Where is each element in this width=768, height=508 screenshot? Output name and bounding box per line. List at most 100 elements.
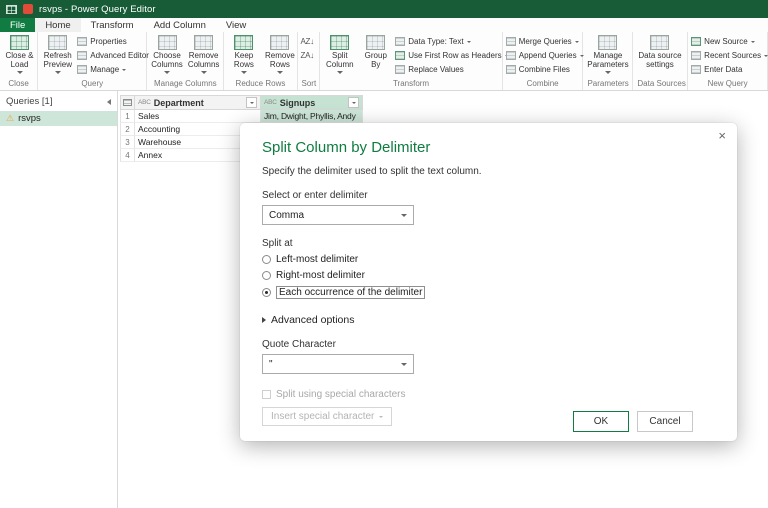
- filter-button-department[interactable]: [246, 97, 257, 108]
- ribbon-group-new-query: New Source Recent Sources Enter Data New…: [688, 32, 768, 90]
- replace-values-button[interactable]: Replace Values: [395, 63, 508, 76]
- table-icon: [123, 99, 132, 106]
- group-content: AZ↓ ZA↓: [301, 33, 317, 78]
- table-row: 1 Sales Jim, Dwight, Phyllis, Andy: [120, 110, 363, 123]
- remove-rows-button[interactable]: Remove Rows: [263, 33, 296, 78]
- combine-files-button[interactable]: Combine Files: [505, 63, 584, 76]
- collapse-pane-icon[interactable]: [107, 98, 111, 105]
- grid-corner-button[interactable]: [120, 95, 135, 110]
- refresh-preview-button[interactable]: Refresh Preview: [41, 33, 74, 78]
- append-queries-button[interactable]: Append Queries: [505, 49, 584, 62]
- data-source-settings-icon: [650, 35, 670, 50]
- combine-small-buttons: Merge Queries Append Queries Combine Fil…: [505, 33, 584, 78]
- manage-parameters-label: Manage Parameters: [587, 51, 629, 70]
- merge-queries-icon: [505, 37, 516, 46]
- radio-label: Right-most delimiter: [276, 270, 365, 281]
- close-icon[interactable]: ×: [718, 128, 726, 143]
- ribbon-group-close: Close & Load Close: [0, 32, 39, 90]
- group-by-button[interactable]: Group By: [359, 33, 392, 78]
- cell-signups[interactable]: Jim, Dwight, Phyllis, Andy: [261, 110, 363, 123]
- use-first-row-as-headers-button[interactable]: Use First Row as Headers: [395, 49, 509, 62]
- remove-columns-label: Remove Columns: [187, 51, 220, 70]
- radio-left-most-delimiter[interactable]: Left-most delimiter: [262, 254, 715, 265]
- column-header-department[interactable]: ABC Department: [135, 95, 261, 110]
- advanced-options-toggle[interactable]: Advanced options: [262, 314, 715, 326]
- group-label-parameters: Parameters: [587, 79, 629, 88]
- use-first-row-as-headers-label: Use First Row as Headers: [408, 51, 502, 60]
- chevron-down-icon: [200, 71, 207, 75]
- close-and-load-button[interactable]: Close & Load: [3, 33, 36, 78]
- dialog-title: Split Column by Delimiter: [262, 139, 431, 156]
- delimiter-select[interactable]: Comma: [262, 205, 414, 225]
- titlebar: rsvps - Power Query Editor: [0, 0, 768, 18]
- text-type-icon: ABC: [138, 99, 151, 106]
- new-source-button[interactable]: New Source: [691, 35, 768, 48]
- chevron-down-icon: [466, 40, 471, 43]
- row-number[interactable]: 3: [120, 136, 135, 149]
- ok-button[interactable]: OK: [573, 411, 629, 432]
- recent-sources-button[interactable]: Recent Sources: [691, 49, 768, 62]
- recent-sources-label: Recent Sources: [704, 51, 762, 60]
- quote-character-select[interactable]: ": [262, 354, 414, 374]
- merge-queries-button[interactable]: Merge Queries: [505, 35, 584, 48]
- ribbon-group-combine: Merge Queries Append Queries Combine Fil…: [503, 32, 584, 90]
- chevron-down-icon: [16, 71, 23, 75]
- tab-transform[interactable]: Transform: [81, 18, 144, 32]
- remove-rows-icon: [270, 35, 290, 50]
- refresh-icon: [48, 35, 68, 50]
- data-type-button[interactable]: Data Type: Text: [395, 35, 508, 48]
- sort-ascending-button[interactable]: AZ↓: [301, 35, 315, 48]
- new-source-label: New Source: [704, 37, 748, 46]
- column-header-signups[interactable]: ABC Signups: [261, 95, 363, 110]
- manage-parameters-button[interactable]: Manage Parameters: [586, 33, 629, 78]
- properties-button[interactable]: Properties: [77, 35, 149, 48]
- sort-descending-button[interactable]: ZA↓: [301, 49, 315, 62]
- properties-label: Properties: [90, 37, 127, 46]
- chevron-down-icon: [240, 71, 247, 75]
- titlebar-badge-icon: [23, 4, 33, 14]
- append-queries-icon: [505, 51, 516, 60]
- chevron-right-icon: [262, 317, 266, 323]
- new-source-icon: [691, 37, 702, 46]
- cancel-button[interactable]: Cancel: [637, 411, 693, 432]
- queries-pane-header: Queries [1]: [0, 91, 117, 111]
- first-row-headers-icon: [395, 51, 406, 60]
- keep-rows-button[interactable]: Keep Rows: [227, 33, 260, 78]
- delimiter-label: Select or enter delimiter: [262, 190, 368, 201]
- data-source-settings-button[interactable]: Data source settings: [636, 33, 683, 78]
- choose-columns-button[interactable]: Choose Columns: [150, 33, 184, 78]
- group-label-close: Close: [8, 79, 29, 88]
- ribbon-tab-bar: File Home Transform Add Column View: [0, 18, 768, 32]
- split-special-characters-checkbox: Split using special characters: [262, 389, 715, 400]
- row-number[interactable]: 1: [120, 110, 135, 123]
- group-label-new-query: New Query: [707, 79, 748, 88]
- recent-sources-icon: [691, 51, 702, 60]
- combine-files-label: Combine Files: [518, 65, 570, 74]
- group-content: Data source settings: [636, 33, 684, 78]
- query-list-item-rsvps[interactable]: ⚠ rsvps: [0, 111, 117, 126]
- group-content: Close & Load: [3, 33, 34, 78]
- radio-right-most-delimiter[interactable]: Right-most delimiter: [262, 270, 715, 281]
- radio-each-occurrence[interactable]: Each occurrence of the delimiter: [262, 286, 715, 299]
- row-number[interactable]: 2: [120, 123, 135, 136]
- close-and-load-icon: [10, 35, 29, 50]
- refresh-preview-label: Refresh Preview: [43, 51, 72, 70]
- tab-add-column[interactable]: Add Column: [144, 18, 216, 32]
- enter-data-button[interactable]: Enter Data: [691, 63, 768, 76]
- manage-button[interactable]: Manage: [77, 63, 149, 76]
- split-column-button[interactable]: Split Column: [323, 33, 356, 78]
- remove-columns-button[interactable]: Remove Columns: [187, 33, 221, 78]
- advanced-editor-button[interactable]: Advanced Editor: [77, 49, 149, 62]
- group-content: Merge Queries Append Queries Combine Fil…: [505, 33, 584, 78]
- combine-files-icon: [505, 65, 516, 74]
- row-number[interactable]: 4: [120, 149, 135, 162]
- data-type-label: Data Type: Text: [408, 37, 464, 46]
- append-queries-label: Append Queries: [518, 51, 577, 60]
- tab-file[interactable]: File: [0, 18, 36, 32]
- tab-home[interactable]: Home: [35, 18, 81, 32]
- enter-data-icon: [691, 65, 702, 74]
- cell-department[interactable]: Sales: [135, 110, 261, 123]
- group-label-combine: Combine: [526, 79, 559, 88]
- filter-button-signups[interactable]: [348, 97, 359, 108]
- tab-view[interactable]: View: [216, 18, 256, 32]
